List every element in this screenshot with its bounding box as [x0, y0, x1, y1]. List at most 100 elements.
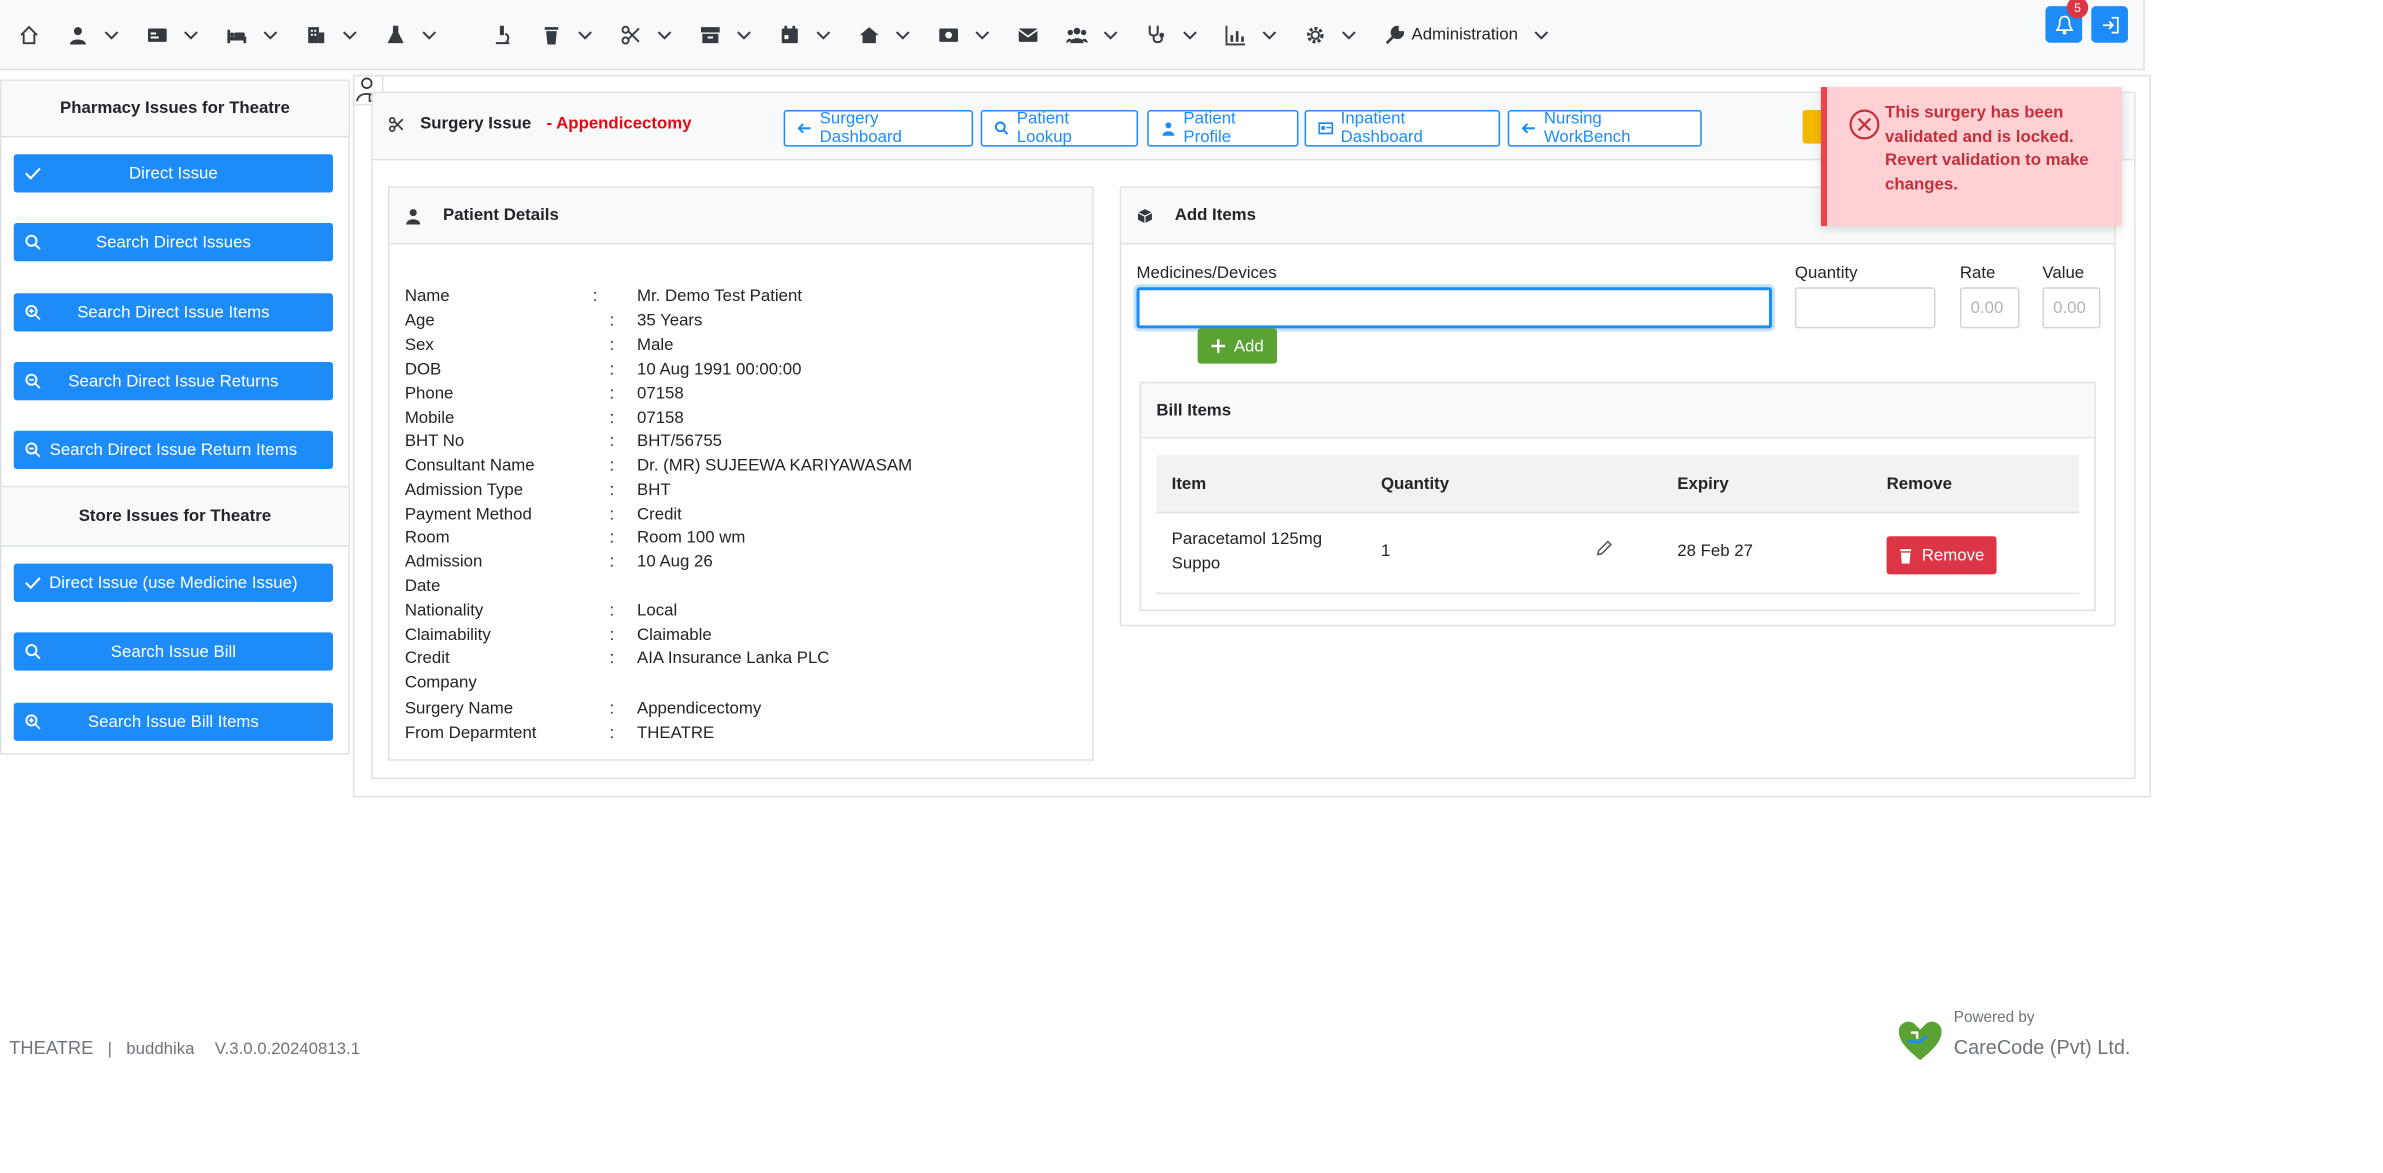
footer-user: buddhika [126, 1040, 195, 1059]
house-icon [859, 26, 879, 43]
value-input[interactable]: 0.00 [2042, 287, 2101, 329]
nav-lab-menu[interactable] [385, 11, 437, 57]
sidebar-item-search-issue-bill-items[interactable]: Search Issue Bill Items [13, 702, 334, 741]
nav-administration-menu[interactable]: Administration [1384, 11, 1549, 57]
sidebar-item-search-direct-issue-return-items[interactable]: Search Direct Issue Return Items [13, 430, 334, 469]
patient-field-label: Sex [404, 336, 434, 355]
microscope-icon [495, 25, 510, 44]
pencil-icon [1596, 540, 1612, 556]
chevron-down-icon [578, 30, 592, 39]
item-quantity: 1 [1380, 542, 1391, 561]
patient-field-value: AIA Insurance Lanka PLC [637, 649, 830, 668]
nav-opd-menu[interactable] [147, 11, 199, 57]
patient-field-value: BHT [637, 481, 671, 500]
nav-inpatient-menu[interactable] [226, 11, 278, 57]
bill-items-table-header: Item Quantity Expiry Remove [1156, 455, 2080, 514]
patient-field-label: Nationality [404, 601, 484, 621]
logout-button[interactable] [2091, 6, 2128, 43]
patient-field-label: Room [404, 528, 450, 547]
nursing-workbench-label: Nursing WorkBench [1543, 109, 1631, 147]
sidebar-item-direct-issue-medicine[interactable]: Direct Issue (use Medicine Issue) [13, 563, 334, 602]
nav-clinical-menu[interactable] [1146, 11, 1198, 57]
nav-theatre-menu[interactable] [620, 11, 672, 57]
sidebar-item-search-direct-issue-returns[interactable]: Search Direct Issue Returns [13, 362, 334, 401]
value-label: Value [2042, 264, 2085, 283]
edit-quantity-button[interactable] [1595, 539, 1616, 560]
field-separator: : [609, 456, 615, 476]
nav-building-menu[interactable] [306, 11, 358, 57]
nav-pharmacy-menu[interactable] [541, 11, 593, 57]
nav-appointments-menu[interactable] [779, 11, 831, 57]
field-separator: : [609, 311, 615, 330]
check-icon [25, 167, 41, 180]
table-row: Paracetamol 125mg Suppo 1 28 Feb 27 Remo… [1156, 515, 2080, 595]
patient-lookup-button[interactable]: Patient Lookup [980, 109, 1139, 147]
column-header-expiry: Expiry [1677, 475, 1729, 494]
field-separator: : [609, 384, 615, 404]
patient-field-value: Local [637, 601, 678, 621]
nav-store-menu[interactable] [700, 11, 752, 57]
remove-item-button[interactable]: Remove [1886, 536, 1997, 575]
patient-field-value: 10 Aug 1991 00:00:00 [637, 360, 802, 379]
nav-home[interactable] [18, 11, 39, 57]
rate-input[interactable]: 0.00 [1959, 287, 2020, 329]
chevron-down-icon [422, 30, 437, 39]
medicines-input[interactable] [1136, 287, 1773, 329]
sidebar-item-search-direct-issues[interactable]: Search Direct Issues [13, 223, 334, 262]
patient-field-value: 07158 [637, 384, 684, 404]
nav-settings-menu[interactable] [1305, 11, 1357, 57]
nav-hr-menu[interactable] [1066, 11, 1118, 57]
add-button[interactable]: Add [1197, 328, 1278, 364]
sidebar-item-label: Search Direct Issue Returns [68, 371, 279, 391]
id-card-icon [1318, 122, 1334, 135]
nav-microscope[interactable] [492, 11, 513, 57]
footer-info: THEATRE | buddhika V.3.0.0.20240813.1 [9, 1037, 360, 1058]
building-icon [308, 26, 325, 43]
bell-icon [2054, 14, 2073, 34]
nav-messages[interactable] [1017, 11, 1038, 57]
trash-icon [1900, 548, 1912, 563]
patient-field-value: BHT/56755 [637, 432, 723, 451]
chevron-down-icon [263, 30, 278, 39]
field-separator: : [592, 287, 598, 306]
chevron-down-icon [657, 30, 672, 39]
chevron-down-icon [184, 30, 198, 39]
nav-patient-menu[interactable] [67, 11, 119, 57]
nav-cashier-menu[interactable] [938, 11, 990, 57]
carecode-logo-icon [1898, 1021, 1942, 1061]
sidebar-item-search-direct-issue-items[interactable]: Search Direct Issue Items [13, 293, 334, 332]
inpatient-dashboard-button[interactable]: Inpatient Dashboard [1304, 109, 1501, 147]
nursing-workbench-button[interactable]: Nursing WorkBench [1507, 109, 1702, 147]
patient-field-label: Credit [404, 649, 450, 668]
sidebar-item-search-issue-bill[interactable]: Search Issue Bill [13, 632, 334, 671]
company-name: CareCode (Pvt) Ltd. [1953, 1035, 2131, 1059]
notification-count-badge: 5 [2066, 0, 2089, 19]
footer-separator: | [107, 1040, 113, 1059]
check-icon [25, 577, 41, 590]
arrow-left-icon [797, 123, 811, 134]
chevron-down-icon [1342, 30, 1356, 39]
patient-field-label-continued: Date [404, 577, 441, 596]
quantity-input[interactable] [1794, 287, 1936, 329]
sidebar-item-label: Search Issue Bill Items [87, 712, 259, 731]
nav-reports-menu[interactable] [1225, 11, 1277, 57]
surgery-dashboard-button[interactable]: Surgery Dashboard [783, 109, 974, 147]
nav-housekeeping-menu[interactable] [859, 11, 911, 57]
sidebar-item-direct-issue[interactable]: Direct Issue [13, 154, 334, 193]
notifications-button[interactable]: 5 [2045, 0, 2089, 43]
column-header-remove: Remove [1886, 475, 1952, 494]
field-separator: : [609, 552, 615, 572]
money-icon [939, 27, 958, 42]
patient-field-value: Credit [637, 505, 682, 524]
chevron-down-icon [816, 30, 831, 39]
error-toast[interactable]: This surgery has been validated and is l… [1820, 87, 2122, 227]
field-separator: : [609, 505, 615, 524]
patient-field-value: Dr. (MR) SUJEEWA KARIYAWASAM [637, 456, 913, 476]
patient-profile-button[interactable]: Patient Profile [1147, 109, 1299, 147]
item-name-line1: Paracetamol 125mg [1171, 530, 1323, 549]
sidebar-item-label: Search Direct Issue Return Items [49, 440, 298, 460]
chevron-down-icon [1534, 30, 1548, 39]
field-separator: : [609, 649, 615, 668]
patient-field-value: Mr. Demo Test Patient [637, 287, 803, 306]
field-separator: : [609, 432, 615, 451]
